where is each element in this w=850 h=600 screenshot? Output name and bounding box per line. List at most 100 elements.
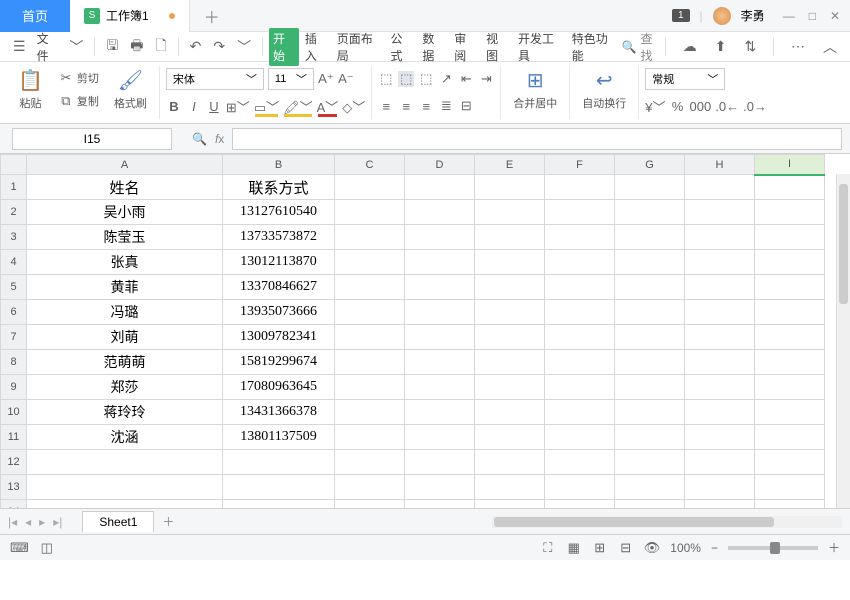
- minimize-button[interactable]: —: [783, 9, 795, 23]
- chevron-down-icon[interactable]: ﹀: [232, 37, 256, 57]
- align-middle-icon[interactable]: ⬚: [398, 71, 414, 87]
- cell-A7[interactable]: 刘萌: [27, 325, 223, 350]
- font-size-select[interactable]: 11﹀: [268, 68, 314, 90]
- view-page-icon[interactable]: ⊞: [592, 540, 608, 556]
- merge-center-button[interactable]: ⊞ 合并居中: [507, 66, 563, 113]
- cell-F4[interactable]: [545, 250, 615, 275]
- status-keyboard-icon[interactable]: ◫: [39, 540, 55, 556]
- cell-G2[interactable]: [615, 200, 685, 225]
- cell-D9[interactable]: [405, 375, 475, 400]
- zoom-slider[interactable]: [728, 546, 818, 550]
- clear-format-button[interactable]: ◇﹀: [342, 97, 365, 116]
- cell-B7[interactable]: 13009782341: [223, 325, 335, 350]
- cell-B8[interactable]: 15819299674: [223, 350, 335, 375]
- sheet-nav-last-icon[interactable]: ▸|: [53, 515, 62, 529]
- increase-decimal-icon[interactable]: .0←: [715, 99, 739, 114]
- increase-font-icon[interactable]: A⁺: [318, 71, 334, 87]
- cancel-fx-icon[interactable]: 🔍: [192, 132, 207, 146]
- paste-button[interactable]: 📋 粘贴: [12, 66, 49, 113]
- cell-C9[interactable]: [335, 375, 405, 400]
- col-header-H[interactable]: H: [685, 155, 755, 175]
- cell-F3[interactable]: [545, 225, 615, 250]
- cell-F13[interactable]: [545, 475, 615, 500]
- status-mode-icon[interactable]: ⌨: [10, 540, 29, 556]
- align-top-icon[interactable]: ⬚: [378, 71, 394, 87]
- cell-G5[interactable]: [615, 275, 685, 300]
- cell-A9[interactable]: 郑莎: [27, 375, 223, 400]
- cell-B3[interactable]: 13733573872: [223, 225, 335, 250]
- save-icon[interactable]: 🖫: [101, 35, 123, 59]
- close-button[interactable]: ✕: [830, 9, 840, 23]
- cell-I10[interactable]: [755, 400, 825, 425]
- cell-H5[interactable]: [685, 275, 755, 300]
- workbook-tab[interactable]: S 工作簿1: [70, 0, 190, 32]
- cell-E13[interactable]: [475, 475, 545, 500]
- row-header-7[interactable]: 7: [1, 325, 27, 350]
- cell-D11[interactable]: [405, 425, 475, 450]
- more-icon[interactable]: ⋯: [786, 38, 810, 55]
- distribute-icon[interactable]: ⊟: [458, 98, 474, 114]
- select-all-corner[interactable]: [1, 155, 27, 175]
- tab-start[interactable]: 开始: [269, 28, 299, 66]
- row-header-12[interactable]: 12: [1, 450, 27, 475]
- row-header-11[interactable]: 11: [1, 425, 27, 450]
- decrease-decimal-icon[interactable]: .0→: [743, 99, 767, 114]
- view-reading-icon[interactable]: ⛶: [540, 540, 556, 556]
- menu-hamburger-icon[interactable]: ☰: [8, 38, 31, 55]
- bold-button[interactable]: B: [166, 99, 182, 114]
- cell-E9[interactable]: [475, 375, 545, 400]
- avatar[interactable]: [713, 7, 731, 25]
- col-header-I[interactable]: I: [755, 155, 825, 175]
- cell-F8[interactable]: [545, 350, 615, 375]
- cell-H1[interactable]: [685, 175, 755, 200]
- col-header-A[interactable]: A: [27, 155, 223, 175]
- highlight-button[interactable]: 🖍﹀: [283, 97, 313, 116]
- row-header-13[interactable]: 13: [1, 475, 27, 500]
- cell-C1[interactable]: [335, 175, 405, 200]
- cell-E12[interactable]: [475, 450, 545, 475]
- cell-E6[interactable]: [475, 300, 545, 325]
- col-header-G[interactable]: G: [615, 155, 685, 175]
- row-header-2[interactable]: 2: [1, 200, 27, 225]
- zoom-in-button[interactable]: ＋: [828, 539, 840, 556]
- cloud-icon[interactable]: ☁: [678, 38, 702, 55]
- cell-E11[interactable]: [475, 425, 545, 450]
- redo-icon[interactable]: ↷: [208, 38, 230, 55]
- zoom-out-button[interactable]: −: [711, 541, 718, 555]
- col-header-C[interactable]: C: [335, 155, 405, 175]
- cell-D14[interactable]: [405, 500, 475, 509]
- cell-G12[interactable]: [615, 450, 685, 475]
- cell-C12[interactable]: [335, 450, 405, 475]
- cell-B6[interactable]: 13935073666: [223, 300, 335, 325]
- cell-I5[interactable]: [755, 275, 825, 300]
- cell-B1[interactable]: 联系方式: [223, 175, 335, 200]
- row-header-4[interactable]: 4: [1, 250, 27, 275]
- cell-F5[interactable]: [545, 275, 615, 300]
- row-header-3[interactable]: 3: [1, 225, 27, 250]
- tab-layout[interactable]: 页面布局: [333, 28, 385, 66]
- cell-B11[interactable]: 13801137509: [223, 425, 335, 450]
- print-icon[interactable]: 🖶: [125, 35, 148, 59]
- cell-I9[interactable]: [755, 375, 825, 400]
- cell-C8[interactable]: [335, 350, 405, 375]
- cell-H3[interactable]: [685, 225, 755, 250]
- cell-H7[interactable]: [685, 325, 755, 350]
- cell-I2[interactable]: [755, 200, 825, 225]
- vertical-scrollbar[interactable]: [836, 174, 850, 508]
- cell-A4[interactable]: 张真: [27, 250, 223, 275]
- cell-G10[interactable]: [615, 400, 685, 425]
- cell-C11[interactable]: [335, 425, 405, 450]
- cell-D1[interactable]: [405, 175, 475, 200]
- cell-E7[interactable]: [475, 325, 545, 350]
- orientation-icon[interactable]: ↗: [438, 71, 454, 87]
- cell-A8[interactable]: 范萌萌: [27, 350, 223, 375]
- cell-F1[interactable]: [545, 175, 615, 200]
- cell-D8[interactable]: [405, 350, 475, 375]
- cell-I13[interactable]: [755, 475, 825, 500]
- tab-insert[interactable]: 插入: [301, 28, 331, 66]
- cell-A14[interactable]: [27, 500, 223, 509]
- cell-E1[interactable]: [475, 175, 545, 200]
- tab-review[interactable]: 审阅: [450, 28, 480, 66]
- cell-I12[interactable]: [755, 450, 825, 475]
- collapse-ribbon-icon[interactable]: ︿: [818, 37, 842, 57]
